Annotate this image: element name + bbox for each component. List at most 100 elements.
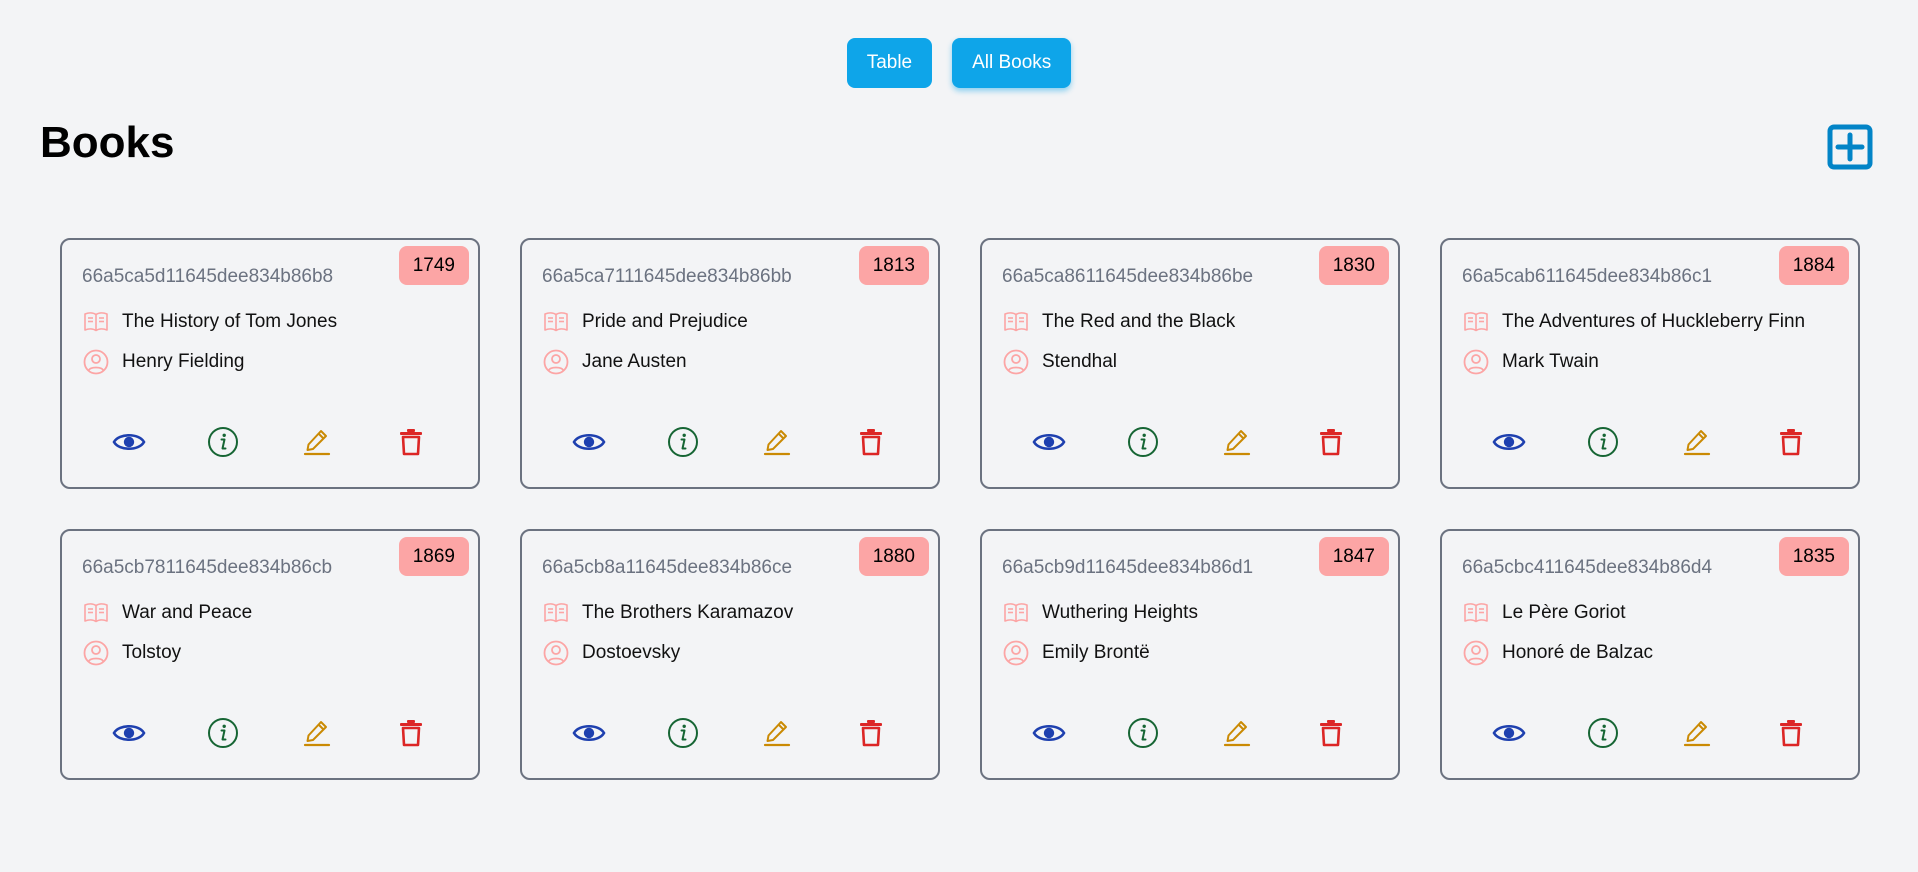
book-open-icon xyxy=(1462,599,1490,627)
view-toggle: Table All Books xyxy=(0,38,1918,88)
year-badge: 1749 xyxy=(398,246,469,285)
view-button[interactable] xyxy=(569,422,609,462)
user-circle-icon xyxy=(542,348,570,376)
book-card: 1830 66a5ca8611645dee834b86be The Red an… xyxy=(980,238,1400,489)
card-actions xyxy=(982,713,1398,753)
trash-icon xyxy=(1320,720,1342,747)
book-title: Pride and Prejudice xyxy=(582,311,748,332)
info-button[interactable] xyxy=(203,713,243,753)
card-actions xyxy=(62,713,478,753)
delete-button[interactable] xyxy=(1311,713,1351,753)
info-button[interactable] xyxy=(663,422,703,462)
book-author-row: Dostoevsky xyxy=(542,639,680,667)
trash-icon xyxy=(1780,429,1802,456)
year-badge: 1869 xyxy=(398,537,469,576)
delete-button[interactable] xyxy=(851,713,891,753)
edit-button[interactable] xyxy=(1217,422,1257,462)
book-id: 66a5ca5d11645dee834b86b8 xyxy=(82,266,334,287)
edit-button[interactable] xyxy=(757,422,797,462)
view-button[interactable] xyxy=(1029,713,1069,753)
view-button[interactable] xyxy=(1489,713,1529,753)
book-id: 66a5ca7111645dee834b86bb xyxy=(542,266,792,287)
book-title-row: The Adventures of Huckleberry Finn xyxy=(1462,308,1805,336)
book-author-row: Henry Fielding xyxy=(82,348,245,376)
book-author-row: Stendhal xyxy=(1002,348,1117,376)
info-button[interactable] xyxy=(663,713,703,753)
book-card: 1880 66a5cb8a11645dee834b86ce The Brothe… xyxy=(520,529,940,780)
info-circle-icon xyxy=(1588,718,1618,748)
user-circle-icon xyxy=(1002,348,1030,376)
edit-button[interactable] xyxy=(1217,713,1257,753)
delete-button[interactable] xyxy=(1311,422,1351,462)
book-id: 66a5cb9d11645dee834b86d1 xyxy=(1002,557,1254,578)
user-circle-icon xyxy=(1462,348,1490,376)
view-button[interactable] xyxy=(109,422,149,462)
delete-button[interactable] xyxy=(1771,422,1811,462)
info-circle-icon xyxy=(668,718,698,748)
view-button[interactable] xyxy=(569,713,609,753)
all-books-button[interactable]: All Books xyxy=(952,38,1072,88)
year-badge: 1847 xyxy=(1318,537,1389,576)
view-button[interactable] xyxy=(1489,422,1529,462)
user-circle-icon xyxy=(82,639,110,667)
book-author-row: Jane Austen xyxy=(542,348,687,376)
card-actions xyxy=(982,422,1398,462)
add-book-button[interactable] xyxy=(1827,124,1873,170)
info-button[interactable] xyxy=(1123,422,1163,462)
table-view-button[interactable]: Table xyxy=(846,38,933,88)
view-button[interactable] xyxy=(109,713,149,753)
pencil-icon xyxy=(1223,721,1251,747)
book-open-icon xyxy=(1002,308,1030,336)
user-circle-icon xyxy=(542,639,570,667)
book-card: 1813 66a5ca7111645dee834b86bb Pride and … xyxy=(520,238,940,489)
edit-button[interactable] xyxy=(1677,422,1717,462)
book-title-row: The History of Tom Jones xyxy=(82,308,337,336)
book-id: 66a5ca8611645dee834b86be xyxy=(1002,266,1254,287)
book-title-row: The Brothers Karamazov xyxy=(542,599,793,627)
edit-button[interactable] xyxy=(297,713,337,753)
book-title: War and Peace xyxy=(122,602,253,623)
delete-button[interactable] xyxy=(1771,713,1811,753)
user-circle-icon xyxy=(1462,639,1490,667)
year-badge: 1835 xyxy=(1778,537,1849,576)
book-author: Honoré de Balzac xyxy=(1502,642,1654,663)
book-author: Emily Brontë xyxy=(1042,642,1150,663)
view-button[interactable] xyxy=(1029,422,1069,462)
book-title-row: The Red and the Black xyxy=(1002,308,1235,336)
trash-icon xyxy=(1780,720,1802,747)
info-button[interactable] xyxy=(1583,713,1623,753)
book-title: Le Père Goriot xyxy=(1502,602,1626,623)
year-badge: 1880 xyxy=(858,537,929,576)
book-author-row: Emily Brontë xyxy=(1002,639,1150,667)
info-circle-icon xyxy=(1128,718,1158,748)
eye-icon xyxy=(572,724,606,742)
info-button[interactable] xyxy=(1123,713,1163,753)
book-title-row: Wuthering Heights xyxy=(1002,599,1198,627)
edit-button[interactable] xyxy=(297,422,337,462)
user-circle-icon xyxy=(82,348,110,376)
card-actions xyxy=(522,713,938,753)
trash-icon xyxy=(1320,429,1342,456)
card-actions xyxy=(1442,713,1858,753)
plus-square-icon xyxy=(1827,124,1873,170)
book-card: 1847 66a5cb9d11645dee834b86d1 Wuthering … xyxy=(980,529,1400,780)
edit-button[interactable] xyxy=(1677,713,1717,753)
pencil-icon xyxy=(1223,430,1251,456)
info-button[interactable] xyxy=(1583,422,1623,462)
card-actions xyxy=(62,422,478,462)
book-title: The Adventures of Huckleberry Finn xyxy=(1502,311,1806,332)
delete-button[interactable] xyxy=(391,422,431,462)
info-button[interactable] xyxy=(203,422,243,462)
edit-button[interactable] xyxy=(757,713,797,753)
delete-button[interactable] xyxy=(851,422,891,462)
book-card: 1749 66a5ca5d11645dee834b86b8 The Histor… xyxy=(60,238,480,489)
eye-icon xyxy=(1492,724,1526,742)
pencil-icon xyxy=(763,721,791,747)
book-author-row: Tolstoy xyxy=(82,639,181,667)
delete-button[interactable] xyxy=(391,713,431,753)
pencil-icon xyxy=(1683,721,1711,747)
book-open-icon xyxy=(1462,308,1490,336)
eye-icon xyxy=(1492,433,1526,451)
eye-icon xyxy=(572,433,606,451)
book-author: Stendhal xyxy=(1042,351,1118,372)
